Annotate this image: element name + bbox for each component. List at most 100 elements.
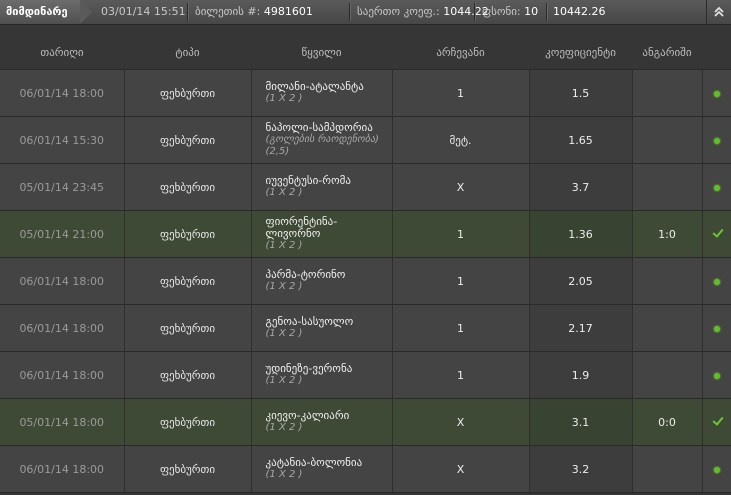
row-event[interactable]: ფიორენტინა-ლივორნო (1 X 2 ) (251, 210, 393, 258)
table-row[interactable]: 05/01/14 21:00 ფეხბურთი ფიორენტინა-ლივორ… (0, 210, 731, 258)
divider (349, 3, 350, 21)
row-choice: 1 (392, 257, 530, 305)
row-sport-type: ფეხბურთი (124, 257, 252, 305)
event-market: (1 X 2 ) (265, 281, 303, 292)
row-result (632, 257, 703, 305)
column-header-choice[interactable]: არჩევანი (392, 25, 529, 69)
divider (546, 3, 547, 21)
row-choice: X (392, 398, 530, 446)
table-row[interactable]: 06/01/14 18:00 ფეხბურთი მილანი-ატალანტა … (0, 70, 731, 117)
row-date: 05/01/14 18:00 (0, 398, 125, 446)
event-market: (1 X 2 ) (265, 375, 303, 386)
row-sport-type: ფეხბურთი (124, 116, 252, 164)
row-event[interactable]: გენოა-სასუოლო (1 X 2 ) (251, 304, 393, 352)
collapse-button[interactable] (706, 0, 731, 24)
chevron-double-up-icon (713, 4, 725, 20)
row-choice: 1 (392, 210, 530, 258)
row-date: 05/01/14 23:45 (0, 163, 125, 211)
row-event[interactable]: იუვენტუსი-რომა (1 X 2 ) (251, 163, 393, 211)
row-date: 06/01/14 18:00 (0, 445, 125, 493)
row-choice: 1 (392, 70, 530, 117)
row-choice: 1 (392, 304, 530, 352)
stake-value: 10 (524, 5, 539, 18)
row-result (632, 445, 703, 493)
pending-dot-icon (713, 137, 720, 144)
column-header-type[interactable]: ტიპი (124, 25, 251, 69)
row-odds: 1.5 (529, 70, 633, 117)
row-event[interactable]: კატანია-ბოლონია (1 X 2 ) (251, 445, 393, 493)
column-header-date[interactable]: თარიღი (0, 25, 124, 69)
event-market: (გოლების რაოდენობა) (2,5) (265, 134, 379, 157)
row-status (702, 163, 731, 211)
event-name: მილანი-ატალანტა (265, 80, 364, 93)
table-row[interactable]: 06/01/14 18:00 ფეხბურთი უდინეზე-ვერონა (… (0, 351, 731, 399)
table-row[interactable]: 05/01/14 23:45 ფეხბურთი იუვენტუსი-რომა (… (0, 163, 731, 211)
table-row[interactable]: 06/01/14 18:00 ფეხბურთი კატანია-ბოლონია … (0, 445, 731, 493)
row-status (702, 398, 731, 446)
bets-table: 06/01/14 18:00 ფეხბურთი მილანი-ატალანტა … (0, 70, 731, 493)
table-row[interactable]: 06/01/14 18:00 ფეხბურთი პარმა-ტორინო (1 … (0, 257, 731, 305)
pending-dot-icon (713, 278, 720, 285)
column-header-event[interactable]: წყვილი (251, 25, 392, 69)
column-header-odds[interactable]: კოეფიციენტი (529, 25, 632, 69)
row-result (632, 70, 703, 117)
row-odds: 1.65 (529, 116, 633, 164)
row-date: 06/01/14 18:00 (0, 351, 125, 399)
row-sport-type: ფეხბურთი (124, 70, 252, 117)
status-tab[interactable]: მიმდინარე (0, 0, 80, 24)
row-event[interactable]: ნაპოლი-სამპდორია (გოლების რაოდენობა) (2,… (251, 116, 393, 164)
row-date: 06/01/14 18:00 (0, 70, 125, 117)
ticket-number: 4981601 (263, 5, 313, 18)
table-row[interactable]: 06/01/14 18:00 ფეხბურთი გენოა-სასუოლო (1… (0, 304, 731, 352)
row-result: 1:0 (632, 210, 703, 258)
total-odds-label: საერთო კოეფ.: (357, 5, 440, 18)
event-name: იუვენტუსი-რომა (265, 174, 352, 187)
table-row[interactable]: 06/01/14 15:30 ფეხბურთი ნაპოლი-სამპდორია… (0, 116, 731, 164)
tab-arrow-decoration (80, 0, 92, 24)
stake-group: ფსონი: 10 (482, 0, 538, 24)
row-event[interactable]: უდინეზე-ვერონა (1 X 2 ) (251, 351, 393, 399)
event-name: გენოა-სასუოლო (265, 315, 354, 328)
row-result (632, 304, 703, 352)
row-date: 06/01/14 18:00 (0, 304, 125, 352)
row-date: 05/01/14 21:00 (0, 210, 125, 258)
row-status (702, 257, 731, 305)
event-market: (1 X 2 ) (265, 422, 303, 433)
checkmark-icon (712, 416, 722, 426)
event-market: (1 X 2 ) (265, 328, 303, 339)
row-status (702, 351, 731, 399)
event-market: (1 X 2 ) (265, 187, 303, 198)
row-choice: 1 (392, 351, 530, 399)
row-event[interactable]: კიევო-კალიარი (1 X 2 ) (251, 398, 393, 446)
event-name: კიევო-კალიარი (265, 409, 350, 422)
row-status (702, 210, 731, 258)
event-market: (1 X 2 ) (265, 93, 303, 104)
row-odds: 3.2 (529, 445, 633, 493)
row-event[interactable]: პარმა-ტორინო (1 X 2 ) (251, 257, 393, 305)
column-header-result[interactable]: ანგარიში (632, 25, 702, 69)
row-sport-type: ფეხბურთი (124, 304, 252, 352)
table-row[interactable]: 05/01/14 18:00 ფეხბურთი კიევო-კალიარი (1… (0, 398, 731, 446)
row-result (632, 163, 703, 211)
ticket-summary-bar: მიმდინარე 03/01/14 15:51 ბილეთის #: 4981… (0, 0, 731, 25)
row-choice: X (392, 445, 530, 493)
total-odds-group: საერთო კოეფ.: 1044.22 (357, 0, 489, 24)
stake-label: ფსონი: (482, 5, 521, 18)
row-status (702, 304, 731, 352)
table-header: თარიღი ტიპი წყვილი არჩევანი კოეფიციენტი … (0, 25, 731, 70)
row-event[interactable]: მილანი-ატალანტა (1 X 2 ) (251, 70, 393, 117)
row-odds: 1.9 (529, 351, 633, 399)
row-sport-type: ფეხბურთი (124, 163, 252, 211)
ticket-date-time: 03/01/14 15:51 (101, 5, 186, 18)
pending-dot-icon (713, 184, 720, 191)
event-name: კატანია-ბოლონია (265, 456, 363, 469)
divider (474, 3, 475, 21)
row-result (632, 351, 703, 399)
ticket-number-group: ბილეთის #: 4981601 (195, 0, 313, 24)
ticket-number-label: ბილეთის #: (195, 5, 261, 18)
row-sport-type: ფეხბურთი (124, 210, 252, 258)
possible-payout: 10442.26 (553, 5, 606, 18)
row-odds: 2.05 (529, 257, 633, 305)
checkmark-icon (712, 228, 722, 238)
event-name: პარმა-ტორინო (265, 268, 346, 281)
